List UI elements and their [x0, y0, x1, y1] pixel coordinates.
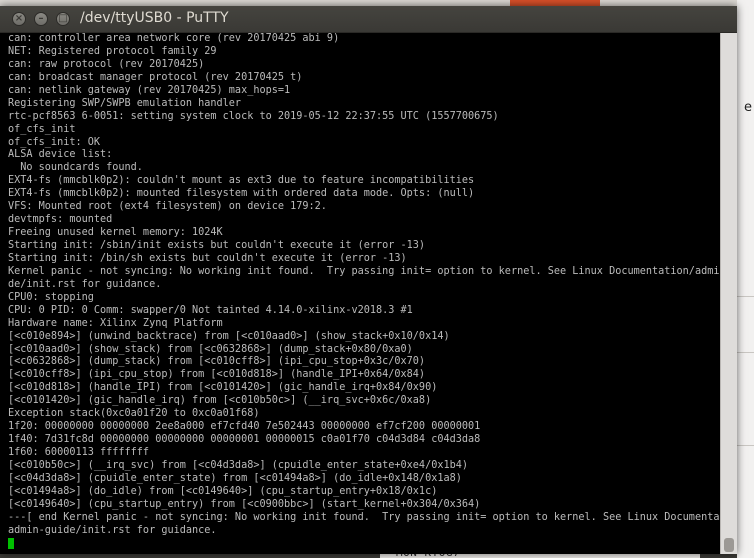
terminal-line: Kernel panic - not syncing: No working i…: [8, 265, 720, 277]
terminal-line: VFS: Mounted root (ext4 filesystem) on d…: [8, 201, 327, 213]
terminal-line: [<c0149640>] (cpu_startup_entry) from [<…: [8, 498, 481, 510]
terminal-line: ---[ end Kernel panic - not syncing: No …: [8, 511, 720, 523]
close-icon[interactable]: ×: [12, 12, 26, 26]
scrollbar-thumb[interactable]: [724, 538, 734, 552]
terminal-line: [<c0632868>] (dump_stack) from [<c010cff…: [8, 356, 426, 368]
window-title: /dev/ttyUSB0 - PuTTY: [80, 10, 229, 26]
background-divider: [737, 445, 754, 446]
terminal-line: 1f20: 00000000 00000000 2ee8a000 ef7cfd4…: [8, 421, 481, 433]
terminal-line: No soundcards found.: [8, 162, 143, 174]
terminal-line: Hardware name: Xilinx Zynq Platform: [8, 317, 223, 329]
background-text: e: [744, 100, 752, 115]
terminal-line: can: broadcast manager protocol (rev 201…: [8, 71, 303, 83]
text-cursor: [8, 537, 14, 549]
terminal-line: 1f40: 7d31fc8d 00000000 00000000 0000000…: [8, 434, 481, 446]
title-bar[interactable]: × – □ /dev/ttyUSB0 - PuTTY: [0, 6, 737, 33]
terminal-line: CPU: 0 PID: 0 Comm: swapper/0 Not tainte…: [8, 304, 413, 316]
background-window-right: [737, 0, 754, 558]
putty-window: × – □ /dev/ttyUSB0 - PuTTY can: controll…: [0, 6, 737, 554]
terminal-prompt-line: [8, 537, 720, 551]
terminal-line: [<c01494a8>] (do_idle) from [<c0149640>]…: [8, 485, 438, 497]
terminal-line: of_cfs_init: [8, 123, 76, 135]
terminal-output: can: controller area network core (rev 2…: [8, 33, 720, 551]
terminal-line: 1f60: 60000113 ffffffff: [8, 447, 150, 458]
background-divider: [737, 352, 754, 353]
terminal-line: [<c010d818>] (handle_IPI) from [<c010142…: [8, 382, 438, 394]
terminal-line: rtc-pcf8563 6-0051: setting system clock…: [8, 110, 499, 122]
terminal-line: EXT4-fs (mmcblk0p2): mounted filesystem …: [8, 188, 475, 200]
terminal-line: Starting init: /sbin/init exists but cou…: [8, 240, 426, 251]
terminal-line: de/init.rst for guidance.: [8, 278, 162, 290]
terminal-line: can: netlink gateway (rev 20170425) max_…: [8, 84, 291, 96]
terminal-line: can: raw protocol (rev 20170425): [8, 58, 205, 70]
terminal-line: Starting init: /bin/sh exists but couldn…: [8, 252, 407, 264]
terminal-line: Freeing unused kernel memory: 1024K: [8, 227, 223, 239]
terminal-line: Registering SWP/SWPB emulation handler: [8, 97, 242, 109]
terminal-line: Exception stack(0xc0a01f20 to 0xc0a01f68…: [8, 408, 260, 420]
terminal-area[interactable]: can: controller area network core (rev 2…: [0, 33, 720, 554]
terminal-line: [<c010cff8>] (ipi_cpu_stop) from [<c010d…: [8, 369, 426, 381]
background-divider: [737, 296, 754, 297]
terminal-line: NET: Registered protocol family 29: [8, 45, 217, 57]
terminal-line: EXT4-fs (mmcblk0p2): couldn't mount as e…: [8, 175, 475, 187]
terminal-line: admin-guide/init.rst for guidance.: [8, 524, 217, 536]
minimize-icon[interactable]: –: [34, 12, 48, 26]
terminal-line: [<c0101420>] (gic_handle_irq) from [<c01…: [8, 395, 432, 407]
terminal-line: can: controller area network core (rev 2…: [8, 33, 340, 44]
terminal-line: CPU0: stopping: [8, 291, 94, 303]
terminal-line: [<c04d3da8>] (cpuidle_enter_state) from …: [8, 472, 462, 484]
terminal-line: ALSA device list:: [8, 149, 113, 161]
terminal-line: [<c010aad0>] (show_stack) from [<c063286…: [8, 343, 413, 355]
vertical-scrollbar[interactable]: [720, 33, 737, 554]
maximize-icon[interactable]: □: [56, 12, 70, 26]
terminal-line: devtmpfs: mounted: [8, 214, 113, 226]
terminal-line: [<c010b50c>] (__irq_svc) from [<c04d3da8…: [8, 459, 469, 471]
terminal-line: [<c010e894>] (unwind_backtrace) from [<c…: [8, 330, 450, 342]
terminal-line: of_cfs_init: OK: [8, 136, 101, 148]
